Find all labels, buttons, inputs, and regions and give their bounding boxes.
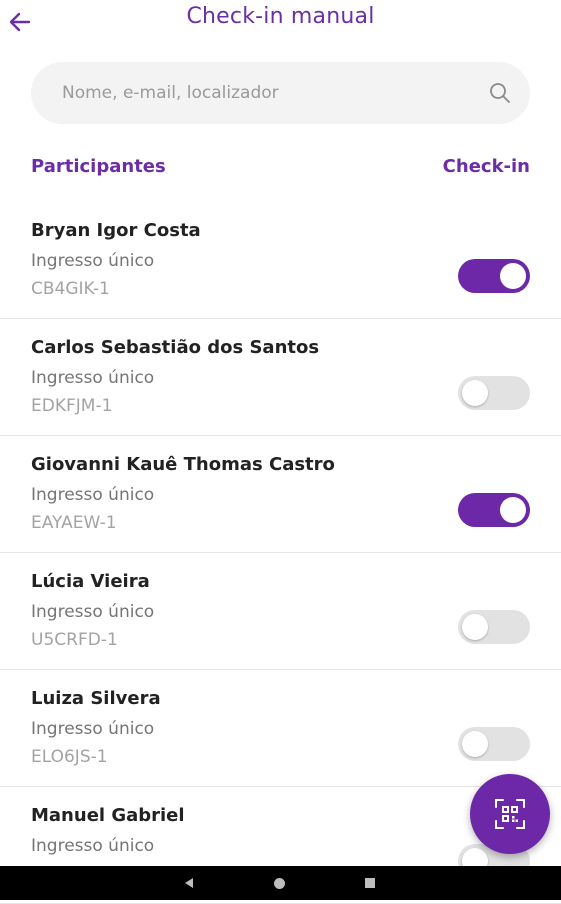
nav-back-icon[interactable] [183,877,195,889]
list-item: Giovanni Kauê Thomas Castro Ingresso úni… [0,436,561,553]
toggle-knob [500,263,526,289]
system-navigation-bar [0,866,561,900]
checkin-toggle[interactable] [458,493,530,527]
ticket-type: Ingresso único [31,602,155,622]
participant-name: Manuel Gabriel [31,805,185,826]
checkin-toggle[interactable] [458,727,530,761]
participants-column-header: Participantes [31,156,166,177]
locator-code: EAYAEW-1 [31,513,117,533]
nav-home-icon[interactable] [274,878,285,889]
toggle-knob [462,614,488,640]
list-header: Participantes Check-in [31,156,530,184]
search-bar[interactable] [31,62,530,124]
participant-name: Giovanni Kauê Thomas Castro [31,454,335,475]
checkin-column-header: Check-in [442,156,530,177]
checkin-toggle[interactable] [458,376,530,410]
locator-code: EDKFJM-1 [31,396,113,416]
checkin-toggle[interactable] [458,259,530,293]
list-item: Lúcia Vieira Ingresso único U5CRFD-1 [0,553,561,670]
list-item: Carlos Sebastião dos Santos Ingresso úni… [0,319,561,436]
participant-name: Bryan Igor Costa [31,220,201,241]
toggle-knob [462,731,488,757]
ticket-type: Ingresso único [31,719,155,739]
list-item: Bryan Igor Costa Ingresso único CB4GIK-1 [0,202,561,319]
toggle-knob [500,497,526,523]
top-app-bar: Check-in manual [0,0,561,44]
locator-code: CB4GIK-1 [31,279,110,299]
ticket-type: Ingresso único [31,485,155,505]
list-item: Luiza Silvera Ingresso único ELO6JS-1 [0,670,561,787]
nav-recents-icon[interactable] [365,878,375,888]
ticket-type: Ingresso único [31,251,155,271]
participant-name: Luiza Silvera [31,688,161,709]
ticket-type: Ingresso único [31,368,155,388]
search-icon[interactable] [488,81,512,105]
search-input[interactable] [31,62,530,124]
checkin-toggle[interactable] [458,610,530,644]
participant-name: Carlos Sebastião dos Santos [31,337,320,358]
participant-name: Lúcia Vieira [31,571,150,592]
qr-scan-button[interactable] [470,774,550,854]
ticket-type: Ingresso único [31,836,155,856]
toggle-knob [462,380,488,406]
locator-code: U5CRFD-1 [31,630,118,650]
page-title: Check-in manual [186,4,375,29]
locator-code: ELO6JS-1 [31,747,108,767]
qr-scan-icon [495,799,525,829]
